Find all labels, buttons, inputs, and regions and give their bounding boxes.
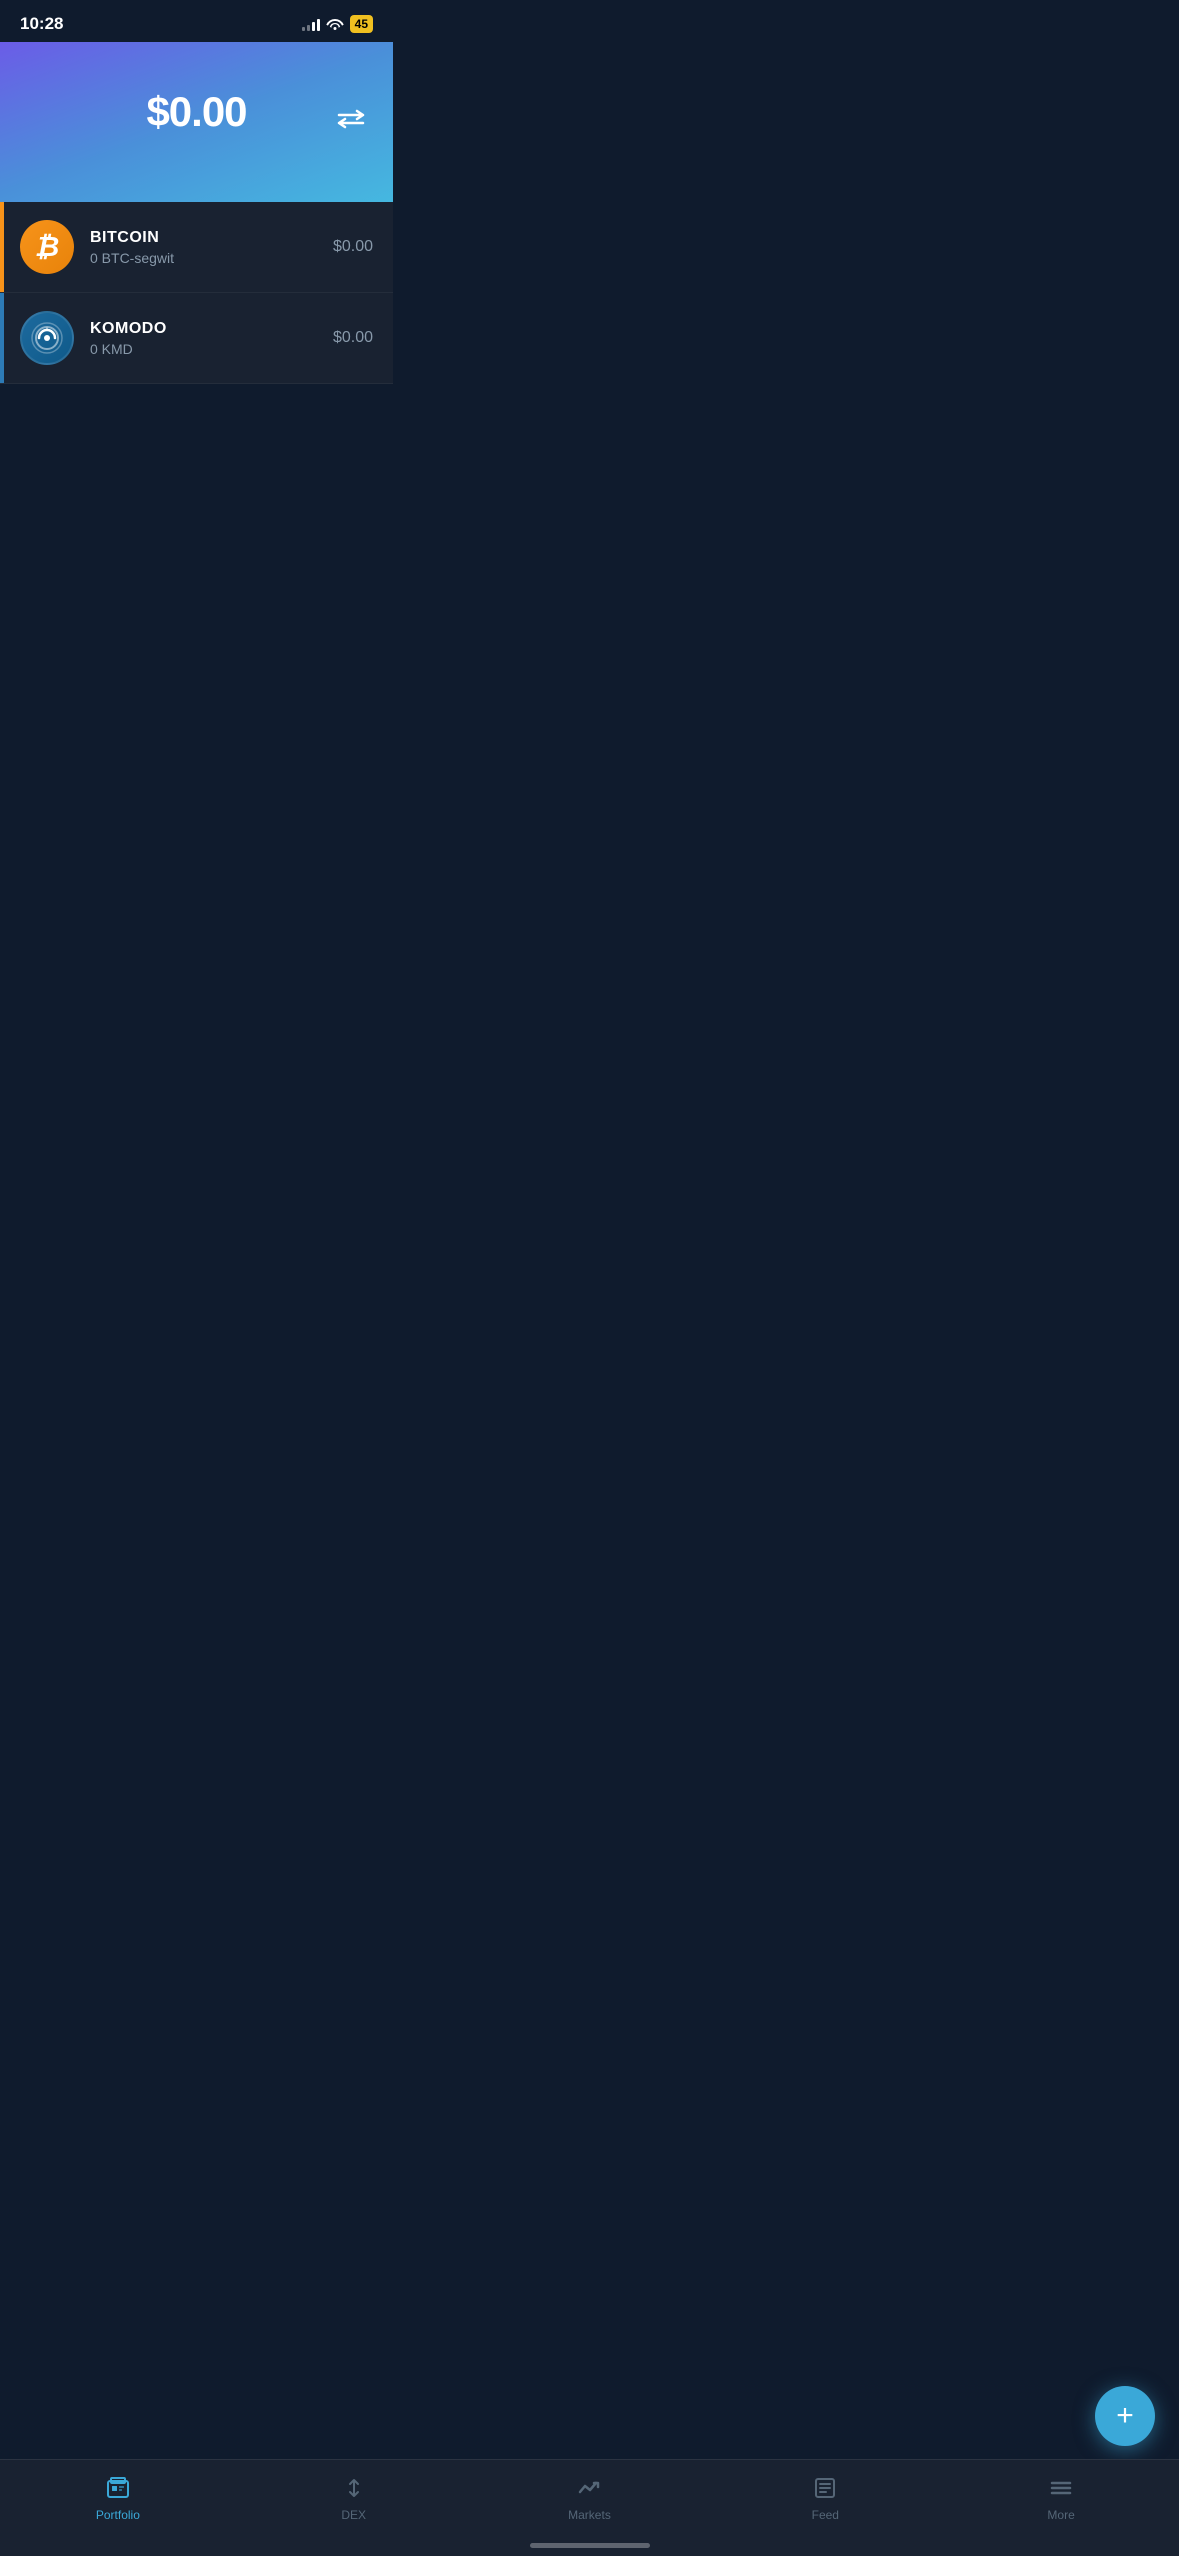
add-icon: + (1116, 2401, 1134, 2431)
bitcoin-value: $0.00 (333, 238, 373, 256)
bitcoin-icon: ₿ (20, 220, 74, 274)
markets-icon (577, 2476, 601, 2504)
signal-bars-icon (302, 17, 320, 31)
bitcoin-name: BITCOIN (90, 229, 333, 247)
home-indicator (530, 2543, 650, 2548)
balance-amount: $0.00 (146, 88, 246, 135)
total-balance-display: $0.00 (146, 88, 246, 136)
status-time: 10:28 (20, 14, 63, 34)
komodo-value: $0.00 (333, 329, 373, 347)
empty-content-area (0, 384, 393, 884)
wifi-icon (326, 16, 344, 33)
portfolio-icon (106, 2476, 130, 2504)
bitcoin-info: BITCOIN 0 BTC-segwit (90, 229, 333, 266)
feed-label: Feed (812, 2508, 839, 2522)
battery-level: 45 (355, 17, 368, 31)
komodo-balance: 0 KMD (90, 341, 333, 357)
coin-list: ₿ BITCOIN 0 BTC-segwit $0.00 KOMODO 0 KM… (0, 202, 393, 384)
status-bar: 10:28 45 (0, 0, 393, 42)
battery-indicator: 45 (350, 15, 373, 33)
nav-feed[interactable]: Feed (707, 2470, 943, 2528)
more-icon (1049, 2476, 1073, 2504)
komodo-name: KOMODO (90, 320, 333, 338)
komodo-icon (20, 311, 74, 365)
dex-label: DEX (341, 2508, 366, 2522)
nav-portfolio[interactable]: Portfolio (0, 2470, 236, 2528)
exchange-button[interactable] (329, 100, 373, 144)
add-coin-button[interactable]: + (1095, 2386, 1155, 2446)
coin-item-komodo[interactable]: KOMODO 0 KMD $0.00 (0, 293, 393, 384)
more-label: More (1047, 2508, 1074, 2522)
nav-markets[interactable]: Markets (472, 2470, 708, 2528)
hero-section: $0.00 (0, 42, 393, 202)
bottom-navigation: Portfolio DEX Markets Feed (0, 2459, 1179, 2556)
coin-item-bitcoin[interactable]: ₿ BITCOIN 0 BTC-segwit $0.00 (0, 202, 393, 293)
portfolio-label: Portfolio (96, 2508, 140, 2522)
komodo-info: KOMODO 0 KMD (90, 320, 333, 357)
status-icons: 45 (302, 15, 373, 33)
markets-label: Markets (568, 2508, 611, 2522)
nav-dex[interactable]: DEX (236, 2470, 472, 2528)
nav-more[interactable]: More (943, 2470, 1179, 2528)
feed-icon (813, 2476, 837, 2504)
bitcoin-balance: 0 BTC-segwit (90, 250, 333, 266)
dex-icon (342, 2476, 366, 2504)
